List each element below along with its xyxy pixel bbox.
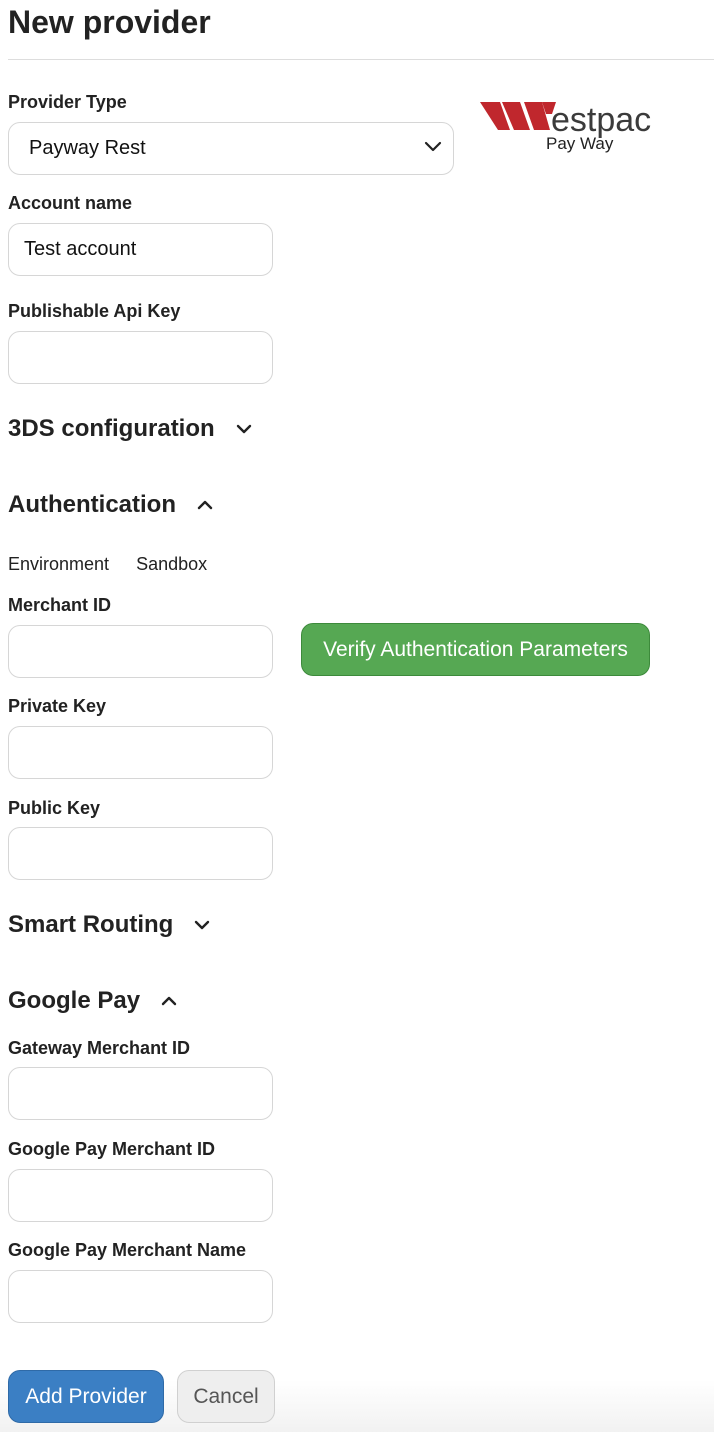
- gateway-merchant-id-input[interactable]: [8, 1067, 273, 1120]
- section-3ds-configuration[interactable]: 3DS configuration: [8, 414, 255, 444]
- merchant-id-label: Merchant ID: [8, 595, 112, 615]
- google-pay-merchant-id-input[interactable]: [8, 1169, 273, 1222]
- google-pay-merchant-name-label: Google Pay Merchant Name: [8, 1240, 247, 1260]
- public-key-input[interactable]: [8, 827, 273, 880]
- environment-label: Environment: [8, 554, 110, 574]
- private-key-label: Private Key: [8, 696, 107, 716]
- chevron-up-icon: [194, 494, 216, 516]
- chevron-down-icon: [423, 136, 443, 162]
- publishable-api-key-input[interactable]: [8, 331, 273, 384]
- provider-type-label: Provider Type: [8, 92, 127, 112]
- chevron-down-icon: [191, 914, 213, 936]
- westpac-w-icon: [480, 102, 556, 130]
- section-authentication[interactable]: Authentication: [8, 490, 216, 520]
- section-smart-routing[interactable]: Smart Routing: [8, 910, 213, 940]
- provider-type-value: Payway Rest: [29, 137, 146, 159]
- gateway-merchant-id-label: Gateway Merchant ID: [8, 1038, 191, 1058]
- provider-type-select[interactable]: Payway Rest: [8, 122, 454, 175]
- account-name-label: Account name: [8, 193, 133, 213]
- header-divider: [8, 59, 714, 60]
- merchant-id-input[interactable]: [8, 625, 273, 678]
- environment-row: Environment Sandbox: [8, 553, 207, 575]
- publishable-api-key-label: Publishable Api Key: [8, 301, 181, 321]
- google-pay-merchant-id-label: Google Pay Merchant ID: [8, 1139, 216, 1159]
- section-3ds-title: 3DS configuration: [8, 415, 215, 442]
- section-authentication-title: Authentication: [8, 491, 176, 518]
- account-name-input[interactable]: [8, 223, 273, 276]
- section-google-pay-title: Google Pay: [8, 987, 141, 1014]
- public-key-label: Public Key: [8, 798, 101, 818]
- private-key-input[interactable]: [8, 726, 273, 779]
- add-provider-button[interactable]: Add Provider: [8, 1370, 164, 1423]
- cancel-button[interactable]: Cancel: [177, 1370, 275, 1423]
- environment-value: Sandbox: [136, 554, 208, 574]
- section-google-pay[interactable]: Google Pay: [8, 986, 180, 1016]
- verify-authentication-button[interactable]: Verify Authentication Parameters: [301, 623, 650, 676]
- page-title: New provider: [8, 4, 211, 40]
- chevron-down-icon: [233, 418, 255, 440]
- chevron-up-icon: [158, 990, 180, 1012]
- google-pay-merchant-name-input[interactable]: [8, 1270, 273, 1323]
- section-smart-routing-title: Smart Routing: [8, 911, 174, 938]
- westpac-payway-logo: estpac Pay Way: [480, 100, 684, 156]
- logo-sub-text: Pay Way: [546, 134, 614, 153]
